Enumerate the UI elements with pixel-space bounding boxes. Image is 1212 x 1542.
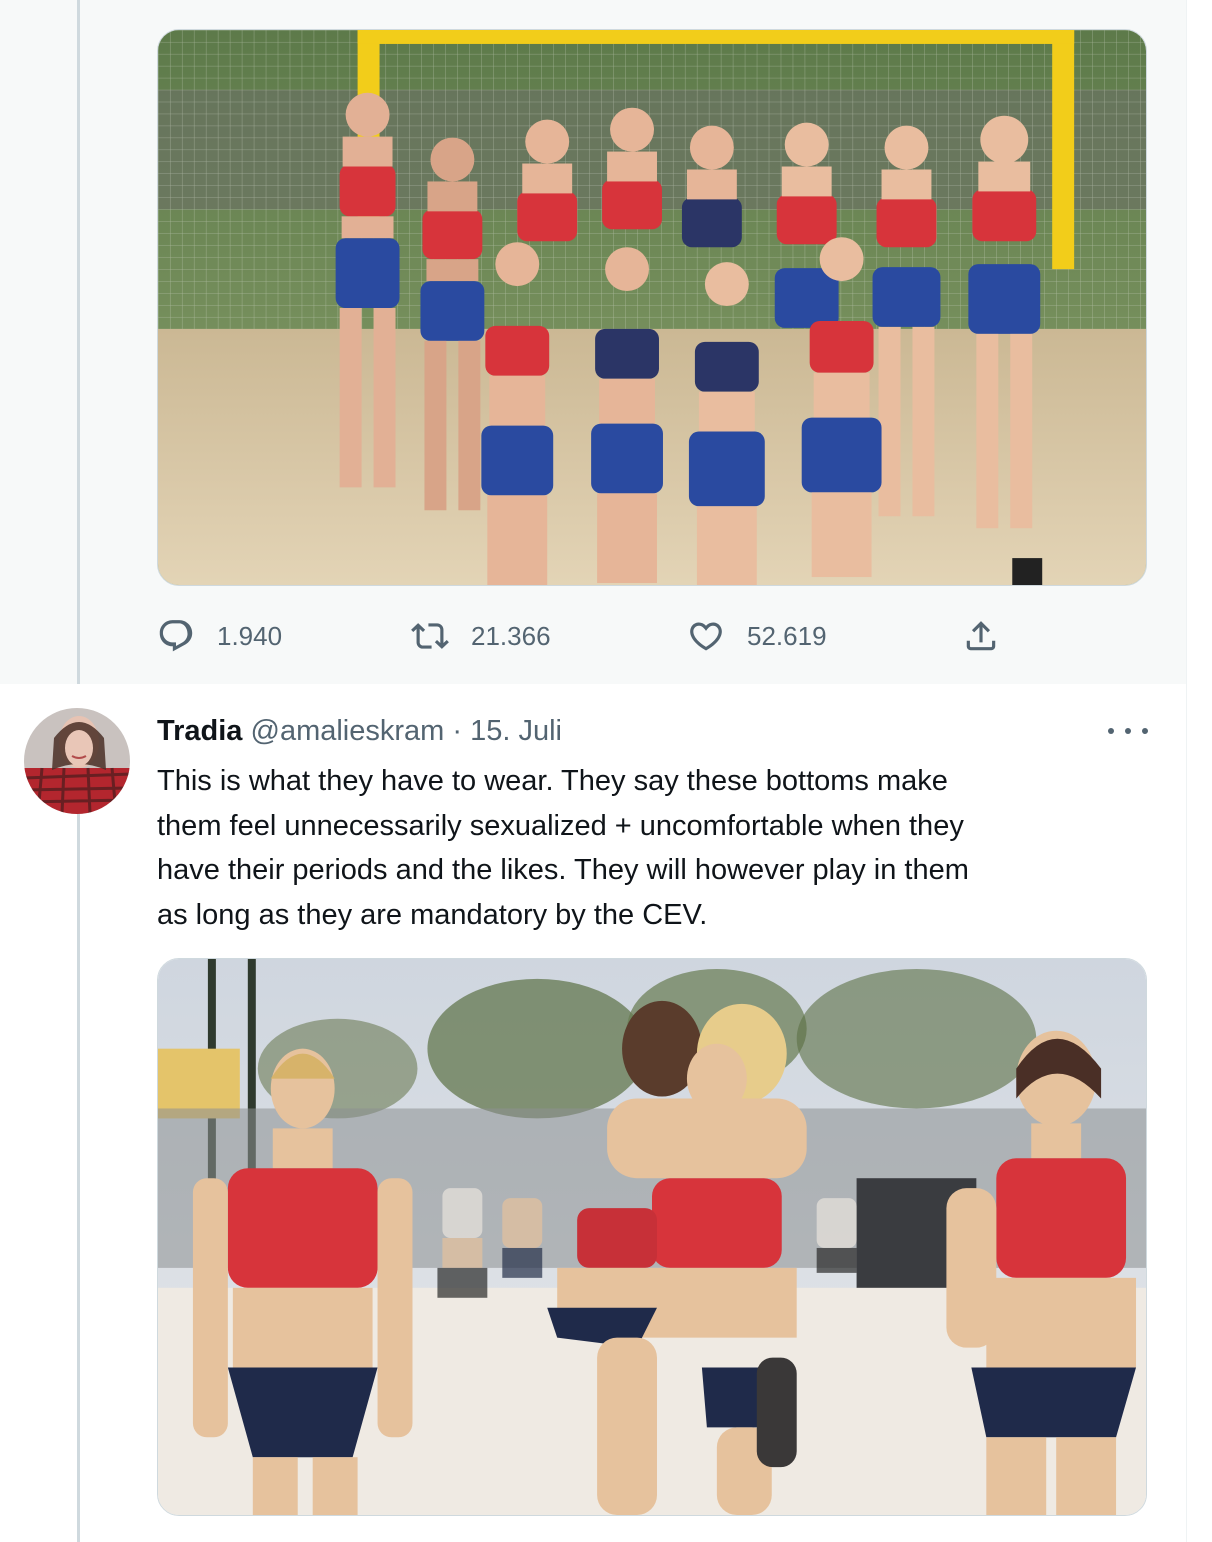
retweet-count: 21.366 [471,620,551,651]
author-name[interactable]: Tradia [157,715,242,747]
header-separator: · [452,715,463,747]
tweet-date[interactable]: 15. Juli [470,715,562,747]
retweet-icon [411,623,449,649]
reply-count: 1.940 [217,620,283,651]
reply-button[interactable]: 1.940 [157,612,282,660]
tweet-photo-team[interactable] [157,29,1147,586]
share-icon [966,621,996,651]
like-button[interactable]: 52.619 [687,612,827,660]
like-count: 52.619 [747,620,827,651]
more-options-icon[interactable] [1108,716,1148,746]
reply-icon [159,620,193,652]
tweet-photo-celebration[interactable] [157,958,1147,1516]
thread-line [77,814,80,1542]
heart-icon [690,622,722,651]
tweet-header: Tradia @amalieskram · 15. Juli [157,711,562,751]
team-photo-illustration [158,30,1146,585]
tweet-actions: 1.940 21.366 52.619 [0,612,1186,662]
tweet-text: This is what they have to wear. They say… [157,765,969,931]
author-handle[interactable]: @amalieskram [251,715,445,747]
avatar[interactable] [24,708,130,814]
thread-line [77,0,80,684]
retweet-button[interactable]: 21.366 [411,612,551,660]
celebration-photo-illustration [158,959,1146,1515]
avatar-image [24,708,130,814]
column-border [1186,0,1187,1542]
share-button[interactable] [962,612,1000,660]
